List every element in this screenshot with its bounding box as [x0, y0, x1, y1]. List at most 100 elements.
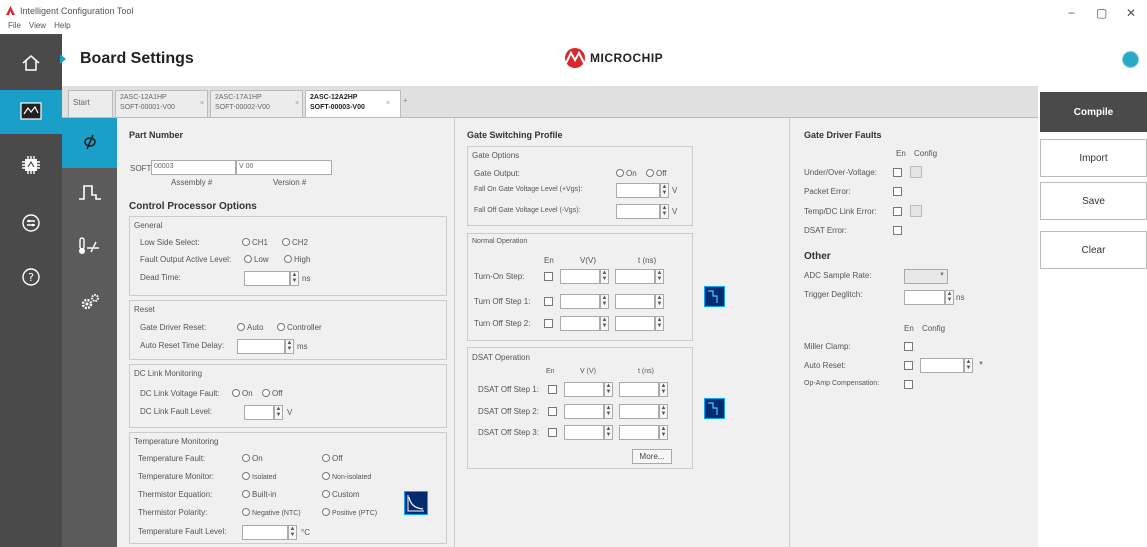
turn-off-2-v-input[interactable] — [560, 316, 600, 331]
turn-off-2-t-input[interactable] — [615, 316, 655, 331]
dsat-3-t-input[interactable] — [619, 425, 659, 440]
temp-level-input[interactable] — [242, 525, 288, 540]
turn-off-2-v-spinner[interactable]: ▲ ▼ — [600, 316, 609, 331]
version-input[interactable]: V 00 — [236, 160, 332, 175]
dc-level-spinner[interactable]: ▲ ▼ — [274, 405, 283, 420]
dsat-2-en-checkbox[interactable] — [548, 407, 557, 416]
dc-on-radio[interactable]: On — [232, 389, 253, 398]
deglitch-spinner[interactable]: ▲ ▼ — [945, 290, 954, 305]
assembly-input[interactable]: 00003 — [151, 160, 236, 175]
ch2-radio[interactable]: CH2 — [282, 238, 308, 247]
gate-on-radio[interactable]: On — [616, 169, 637, 178]
builtin-radio[interactable]: Built-in — [242, 490, 276, 499]
fall-on-input[interactable] — [616, 183, 660, 198]
low-radio[interactable]: Low — [244, 255, 269, 264]
status-globe-icon[interactable] — [1122, 51, 1139, 68]
adc-select[interactable]: ▼ — [904, 269, 948, 284]
nav-board[interactable] — [0, 90, 62, 134]
normal-waveform-button[interactable] — [704, 286, 725, 307]
dsat-2-v-spinner[interactable]: ▲ ▼ — [604, 404, 613, 419]
temp-level-spinner[interactable]: ▲ ▼ — [288, 525, 297, 540]
dsat-3-v-spinner[interactable]: ▲ ▼ — [604, 425, 613, 440]
save-button[interactable]: Save — [1040, 182, 1147, 220]
nav-chip[interactable] — [0, 144, 62, 188]
fall-off-spinner[interactable]: ▲ ▼ — [660, 204, 669, 219]
auto-radio[interactable]: Auto — [237, 323, 263, 332]
ch1-radio[interactable]: CH1 — [242, 238, 268, 247]
minimize-button[interactable]: − — [1068, 6, 1075, 20]
tab-close-icon[interactable]: × — [386, 99, 390, 109]
turn-off-1-v-input[interactable] — [560, 294, 600, 309]
delay-input[interactable] — [237, 339, 285, 354]
nav-home[interactable] — [0, 42, 62, 86]
isolated-radio[interactable]: Isolated — [242, 472, 277, 481]
dsat-2-v-input[interactable] — [564, 404, 604, 419]
uv-ov-en-checkbox[interactable] — [893, 168, 902, 177]
non-isolated-radio[interactable]: Non-isolated — [322, 472, 371, 481]
dc-off-radio[interactable]: Off — [262, 389, 283, 398]
dsat-error-en-checkbox[interactable] — [893, 226, 902, 235]
dsat-waveform-button[interactable] — [704, 398, 725, 419]
turn-on-t-input[interactable] — [615, 269, 655, 284]
turn-on-v-spinner[interactable]: ▲ ▼ — [600, 269, 609, 284]
nav-settings[interactable] — [0, 202, 62, 246]
miller-en-checkbox[interactable] — [904, 342, 913, 351]
turn-off-1-t-input[interactable] — [615, 294, 655, 309]
temp-off-radio[interactable]: Off — [322, 454, 343, 463]
dsat-3-t-spinner[interactable]: ▲ ▼ — [659, 425, 668, 440]
gate-off-radio[interactable]: Off — [646, 169, 667, 178]
restore-button[interactable]: ▢ — [1096, 6, 1107, 20]
compile-button[interactable]: Compile — [1040, 92, 1147, 132]
tab-close-icon[interactable]: × — [200, 99, 204, 109]
uv-ov-config-button[interactable] — [910, 166, 922, 178]
clear-button[interactable]: Clear — [1040, 231, 1147, 269]
dead-time-spinner[interactable]: ▲ ▼ — [290, 271, 299, 286]
auto-reset-en-checkbox[interactable] — [904, 361, 913, 370]
chevron-down-icon[interactable]: ▼ — [978, 361, 984, 367]
tab-board-1[interactable]: 2ASC-12A1HP SOFT-00001-V00 × — [115, 90, 208, 117]
dsat-1-v-input[interactable] — [564, 382, 604, 397]
ptc-radio[interactable]: Positive (PTC) — [322, 508, 377, 517]
dsat-1-t-input[interactable] — [619, 382, 659, 397]
turn-off-2-en-checkbox[interactable] — [544, 319, 553, 328]
import-button[interactable]: Import — [1040, 139, 1147, 177]
dsat-1-en-checkbox[interactable] — [548, 385, 557, 394]
tab-board-3-active[interactable]: 2ASC-12A2HP SOFT-00003-V00 × — [305, 90, 401, 117]
high-radio[interactable]: High — [284, 255, 310, 264]
turn-on-v-input[interactable] — [560, 269, 600, 284]
dsat-3-en-checkbox[interactable] — [548, 428, 557, 437]
dsat-3-v-input[interactable] — [564, 425, 604, 440]
thermistor-curve-button[interactable] — [404, 491, 428, 515]
dc-level-input[interactable] — [244, 405, 274, 420]
menu-view[interactable]: View — [29, 21, 46, 30]
dead-time-input[interactable] — [244, 271, 290, 286]
tab-add-icon[interactable]: + — [403, 96, 408, 105]
close-button[interactable]: ✕ — [1126, 6, 1136, 20]
dsat-2-t-spinner[interactable]: ▲ ▼ — [659, 404, 668, 419]
nav-help[interactable]: ? — [0, 256, 62, 300]
auto-reset-spinner[interactable]: ▲ ▼ — [964, 358, 973, 373]
menu-file[interactable]: File — [8, 21, 21, 30]
temp-dc-error-en-checkbox[interactable] — [893, 207, 902, 216]
deglitch-input[interactable] — [904, 290, 945, 305]
dsat-1-t-spinner[interactable]: ▲ ▼ — [659, 382, 668, 397]
ntc-radio[interactable]: Negative (NTC) — [242, 508, 301, 517]
subnav-gate-drive[interactable] — [62, 118, 117, 168]
temp-on-radio[interactable]: On — [242, 454, 263, 463]
turn-off-1-v-spinner[interactable]: ▲ ▼ — [600, 294, 609, 309]
turn-off-1-en-checkbox[interactable] — [544, 297, 553, 306]
tab-close-icon[interactable]: × — [295, 99, 299, 109]
subnav-advanced[interactable] — [62, 278, 117, 328]
dsat-1-v-spinner[interactable]: ▲ ▼ — [604, 382, 613, 397]
delay-spinner[interactable]: ▲ ▼ — [285, 339, 294, 354]
turn-on-t-spinner[interactable]: ▲ ▼ — [655, 269, 664, 284]
custom-radio[interactable]: Custom — [322, 490, 360, 499]
controller-radio[interactable]: Controller — [277, 323, 322, 332]
turn-off-2-t-spinner[interactable]: ▲ ▼ — [655, 316, 664, 331]
dsat-2-t-input[interactable] — [619, 404, 659, 419]
fall-on-spinner[interactable]: ▲ ▼ — [660, 183, 669, 198]
turn-on-en-checkbox[interactable] — [544, 272, 553, 281]
fall-off-input[interactable] — [616, 204, 660, 219]
menu-help[interactable]: Help — [54, 21, 70, 30]
subnav-switching[interactable] — [62, 168, 117, 218]
